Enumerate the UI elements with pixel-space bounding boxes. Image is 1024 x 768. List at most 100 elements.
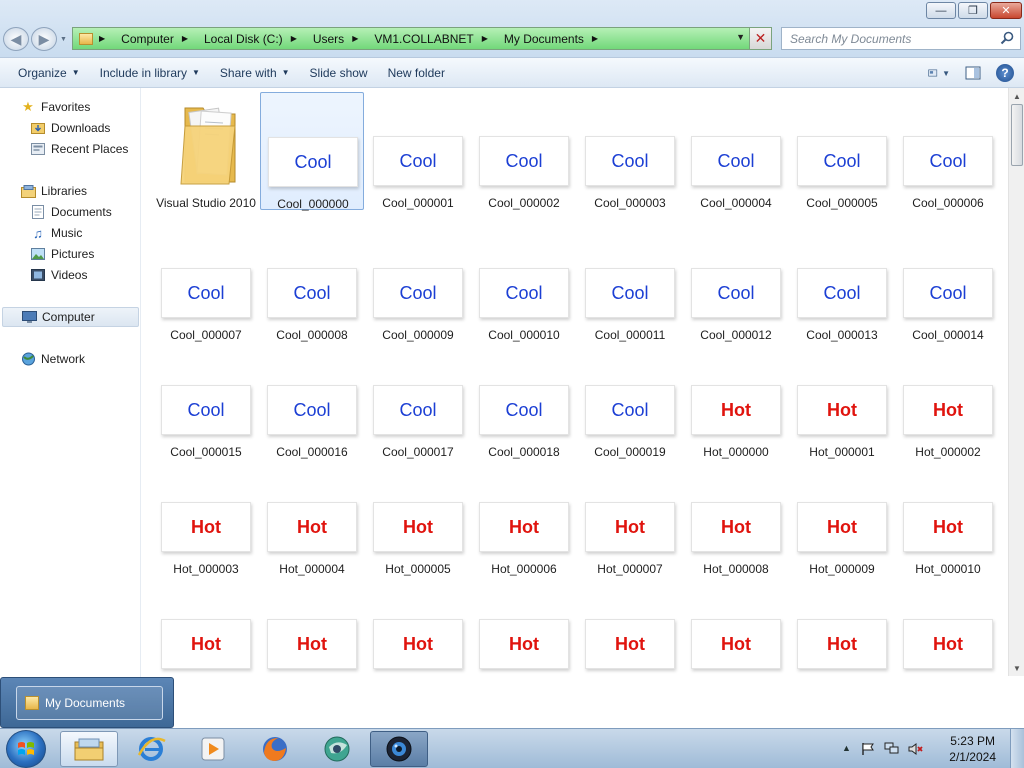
action-center-flag-icon[interactable] (860, 741, 876, 757)
breadcrumb-local-disk[interactable]: Local Disk (C:) (204, 32, 283, 46)
address-bar[interactable]: ▶ Computer ▶ Local Disk (C:) ▶ Users ▶ V… (72, 27, 772, 50)
file-item[interactable]: Cool Cool_000004 (684, 92, 788, 210)
breadcrumb-vm1[interactable]: VM1.COLLABNET (374, 32, 473, 46)
file-item[interactable]: Cool Cool_000000 (260, 92, 364, 211)
network-status-icon[interactable] (884, 741, 900, 757)
breadcrumb-users[interactable]: Users (313, 32, 344, 46)
taskbar-internet-explorer[interactable] (122, 731, 180, 767)
nav-music[interactable]: ♫ Music (30, 223, 82, 243)
clock[interactable]: 5:23 PM 2/1/2024 (949, 733, 996, 765)
file-item[interactable]: Hot Hot_000001 (790, 385, 894, 465)
volume-muted-icon[interactable] (908, 741, 924, 757)
file-item[interactable]: Hot (790, 619, 894, 676)
taskbar-camera-app[interactable] (370, 731, 428, 767)
file-item[interactable]: Hot Hot_000003 (154, 502, 258, 582)
file-item[interactable]: Cool Cool_000013 (790, 268, 894, 348)
breadcrumb-arrow-icon[interactable]: ▶ (482, 34, 488, 43)
new-folder-button[interactable]: New folder (378, 61, 455, 85)
nav-pictures[interactable]: Pictures (30, 244, 94, 264)
file-item[interactable]: Hot Hot_000005 (366, 502, 470, 582)
breadcrumb-arrow-icon[interactable]: ▶ (592, 34, 598, 43)
thumbnail-text: Hot (403, 516, 433, 537)
nav-documents[interactable]: Documents (30, 202, 112, 222)
file-item[interactable]: Hot (684, 619, 788, 676)
file-item[interactable]: Cool Cool_000009 (366, 268, 470, 348)
vertical-scrollbar[interactable]: ▲ ▼ (1008, 88, 1024, 676)
file-item[interactable]: Cool Cool_000017 (366, 385, 470, 465)
file-item[interactable]: Cool Cool_000005 (790, 92, 894, 210)
file-item[interactable]: Hot Hot_000004 (260, 502, 364, 582)
show-hidden-icons-button[interactable]: ▲ (842, 743, 851, 753)
file-item[interactable]: Cool Cool_000014 (896, 268, 1000, 348)
nav-computer[interactable]: Computer (2, 307, 139, 327)
taskbar-preview-item[interactable]: My Documents (16, 686, 163, 720)
file-item[interactable]: Cool Cool_000019 (578, 385, 682, 465)
file-item[interactable]: Cool Cool_000006 (896, 92, 1000, 210)
breadcrumb-computer[interactable]: Computer (121, 32, 174, 46)
file-item[interactable]: Cool Cool_000008 (260, 268, 364, 348)
stop-button[interactable]: ✕ (749, 28, 771, 49)
back-button[interactable]: ◀ (3, 27, 29, 51)
file-item[interactable]: Cool Cool_000011 (578, 268, 682, 348)
file-item[interactable]: Cool Cool_000016 (260, 385, 364, 465)
close-button[interactable]: ✕ (990, 2, 1022, 19)
search-box[interactable] (781, 27, 1021, 50)
change-view-button[interactable]: ▼ (928, 62, 950, 84)
file-item[interactable]: Hot (578, 619, 682, 676)
slide-show-button[interactable]: Slide show (300, 61, 378, 85)
scroll-thumb[interactable] (1011, 104, 1023, 166)
nav-recent-places[interactable]: Recent Places (30, 139, 128, 159)
share-with-menu[interactable]: Share with ▼ (210, 61, 300, 85)
file-item[interactable]: Hot (154, 619, 258, 676)
breadcrumb-arrow-icon[interactable]: ▶ (291, 34, 297, 43)
breadcrumb-arrow-icon[interactable]: ▶ (352, 34, 358, 43)
breadcrumb-arrow-icon[interactable]: ▶ (182, 34, 188, 43)
maximize-button[interactable]: ❐ (958, 2, 988, 19)
file-item[interactable]: Hot (366, 619, 470, 676)
search-icon[interactable] (1000, 31, 1014, 45)
file-item[interactable]: Hot Hot_000006 (472, 502, 576, 582)
file-item[interactable]: Cool Cool_000003 (578, 92, 682, 210)
file-item[interactable]: Hot Hot_000008 (684, 502, 788, 582)
taskbar-explorer[interactable] (60, 731, 118, 767)
taskbar-app-green[interactable] (308, 731, 366, 767)
file-item[interactable]: Hot Hot_000007 (578, 502, 682, 582)
nav-libraries[interactable]: Libraries (20, 181, 87, 201)
search-input[interactable] (790, 31, 990, 46)
nav-downloads[interactable]: Downloads (30, 118, 110, 138)
file-item[interactable]: Cool Cool_000010 (472, 268, 576, 348)
file-item[interactable]: Hot Hot_000000 (684, 385, 788, 465)
file-item[interactable]: Hot Hot_000009 (790, 502, 894, 582)
file-item[interactable]: Hot Hot_000002 (896, 385, 1000, 465)
file-item[interactable]: Hot (260, 619, 364, 676)
taskbar-media-player[interactable] (184, 731, 242, 767)
show-desktop-button[interactable] (1010, 729, 1024, 768)
file-thumbnail: Cool (267, 268, 357, 318)
file-item[interactable]: Cool Cool_000012 (684, 268, 788, 348)
file-item[interactable]: Cool Cool_000018 (472, 385, 576, 465)
file-item[interactable]: Cool Cool_000015 (154, 385, 258, 465)
preview-pane-button[interactable] (962, 62, 984, 84)
breadcrumb-my-documents[interactable]: My Documents (504, 32, 584, 46)
file-item[interactable]: Cool Cool_000007 (154, 268, 258, 348)
folder-visual-studio-2010[interactable]: Visual Studio 2010 (154, 92, 258, 222)
minimize-button[interactable]: — (926, 2, 956, 19)
taskbar-firefox[interactable] (246, 731, 304, 767)
file-item[interactable]: Hot (896, 619, 1000, 676)
organize-menu[interactable]: Organize ▼ (8, 61, 90, 85)
nav-network[interactable]: Network (20, 349, 85, 369)
help-button[interactable]: ? (996, 64, 1014, 82)
scroll-up-button[interactable]: ▲ (1009, 88, 1024, 104)
file-item[interactable]: Hot Hot_000010 (896, 502, 1000, 582)
file-item[interactable]: Hot (472, 619, 576, 676)
scroll-down-button[interactable]: ▼ (1009, 660, 1024, 676)
forward-button[interactable]: ▶ (31, 27, 57, 51)
address-dropdown-icon[interactable]: ▼ (736, 32, 745, 42)
nav-favorites[interactable]: ★ Favorites (20, 97, 90, 117)
file-item[interactable]: Cool Cool_000002 (472, 92, 576, 210)
start-button[interactable] (6, 730, 46, 768)
nav-videos[interactable]: Videos (30, 265, 87, 285)
include-in-library-menu[interactable]: Include in library ▼ (90, 61, 210, 85)
recent-pages-dropdown[interactable]: ▼ (60, 36, 67, 43)
file-item[interactable]: Cool Cool_000001 (366, 92, 470, 210)
